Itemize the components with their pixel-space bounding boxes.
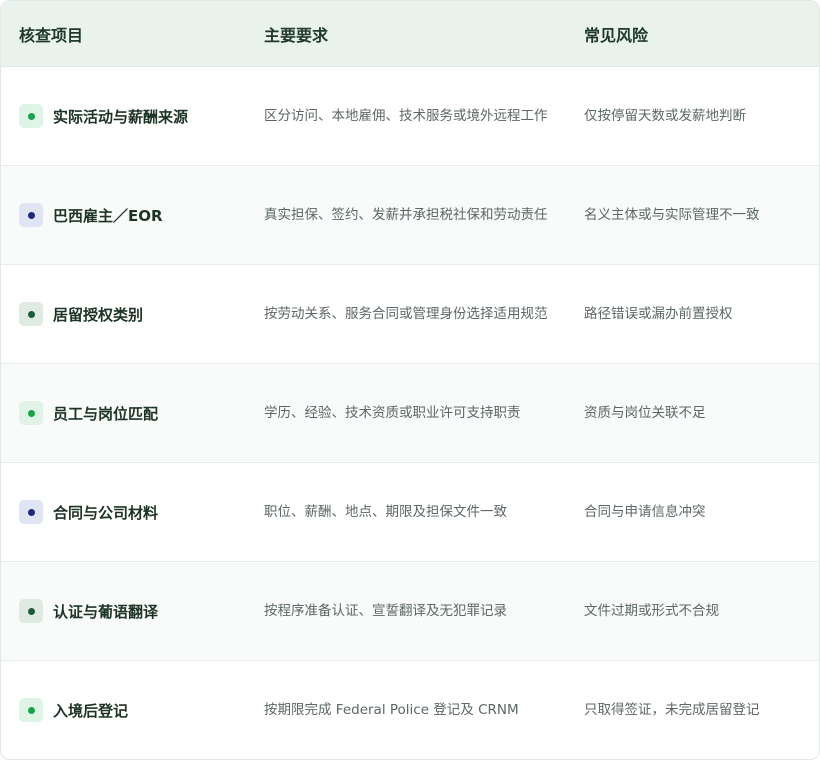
table-row: 合同与公司材料 职位、薪酬、地点、期限及担保文件一致 合同与申请信息冲突 (1, 463, 819, 562)
row-item: 实际活动与薪酬来源 (19, 104, 188, 128)
row-risk: 名义主体或与实际管理不一致 (584, 207, 760, 223)
row-item: 认证与葡语翻译 (19, 599, 158, 623)
row-requirement: 按程序准备认证、宣誓翻译及无犯罪记录 (264, 603, 507, 619)
dot-icon (19, 104, 43, 128)
row-risk: 文件过期或形式不合规 (584, 603, 719, 619)
dot-icon (19, 203, 43, 227)
row-title: 员工与岗位匹配 (53, 404, 159, 423)
dot-icon (19, 302, 43, 326)
row-title: 实际活动与薪酬来源 (53, 107, 189, 126)
row-risk: 合同与申请信息冲突 (584, 504, 706, 520)
row-requirement: 按期限完成 Federal Police 登记及 CRNM (264, 702, 519, 718)
row-risk: 资质与岗位关联不足 (584, 405, 706, 421)
row-risk: 只取得签证，未完成居留登记 (584, 702, 760, 718)
row-requirement: 学历、经验、技术资质或职业许可支持职责 (264, 405, 521, 421)
row-title: 入境后登记 (53, 701, 129, 720)
table-row: 认证与葡语翻译 按程序准备认证、宣誓翻译及无犯罪记录 文件过期或形式不合规 (1, 562, 819, 661)
row-requirement: 区分访问、本地雇佣、技术服务或境外远程工作 (264, 108, 548, 124)
row-requirement: 按劳动关系、服务合同或管理身份选择适用规范 (264, 306, 548, 322)
row-risk: 仅按停留天数或发薪地判断 (584, 108, 746, 124)
checklist-table: 核查项目 主要要求 常见风险 实际活动与薪酬来源 区分访问、本地雇佣、技术服务或… (0, 0, 820, 760)
table-row: 入境后登记 按期限完成 Federal Police 登记及 CRNM 只取得签… (1, 661, 819, 759)
dot-icon (19, 698, 43, 722)
row-title: 巴西雇主／EOR (53, 206, 163, 225)
row-title: 合同与公司材料 (53, 503, 159, 522)
table-header: 核查项目 主要要求 常见风险 (1, 1, 819, 67)
row-item: 居留授权类别 (19, 302, 143, 326)
row-requirement: 职位、薪酬、地点、期限及担保文件一致 (264, 504, 507, 520)
row-title: 认证与葡语翻译 (53, 602, 159, 621)
table-row: 员工与岗位匹配 学历、经验、技术资质或职业许可支持职责 资质与岗位关联不足 (1, 364, 819, 463)
table-row: 居留授权类别 按劳动关系、服务合同或管理身份选择适用规范 路径错误或漏办前置授权 (1, 265, 819, 364)
row-risk: 路径错误或漏办前置授权 (584, 306, 733, 322)
row-item: 合同与公司材料 (19, 500, 158, 524)
row-title: 居留授权类别 (53, 305, 144, 324)
header-item: 核查项目 (19, 25, 84, 45)
row-item: 巴西雇主／EOR (19, 203, 163, 227)
dot-icon (19, 599, 43, 623)
row-requirement: 真实担保、签约、发薪并承担税社保和劳动责任 (264, 207, 548, 223)
header-risk: 常见风险 (584, 25, 649, 45)
dot-icon (19, 401, 43, 425)
dot-icon (19, 500, 43, 524)
table-row: 巴西雇主／EOR 真实担保、签约、发薪并承担税社保和劳动责任 名义主体或与实际管… (1, 166, 819, 265)
row-item: 入境后登记 (19, 698, 128, 722)
table-row: 实际活动与薪酬来源 区分访问、本地雇佣、技术服务或境外远程工作 仅按停留天数或发… (1, 67, 819, 166)
header-requirement: 主要要求 (264, 25, 329, 45)
row-item: 员工与岗位匹配 (19, 401, 158, 425)
